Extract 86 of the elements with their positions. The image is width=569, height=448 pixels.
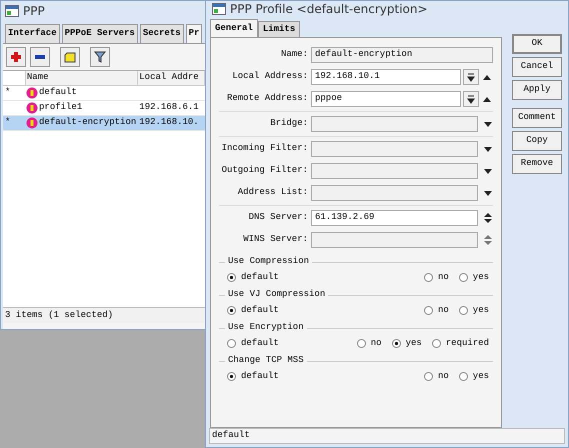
up-triangle-icon	[482, 73, 492, 81]
radio-option[interactable]: default	[227, 304, 279, 318]
radio-option[interactable]: no	[424, 270, 449, 284]
window-title: PPP	[23, 3, 45, 20]
group-title: Use VJ Compression	[228, 288, 326, 302]
tab[interactable]: Pr	[186, 24, 202, 43]
radio-option[interactable]: yes	[458, 304, 489, 318]
radio-option[interactable]: default	[227, 370, 279, 384]
radio-option[interactable]: no	[356, 336, 382, 350]
filter-icon	[93, 50, 107, 64]
tab[interactable]: Interface	[5, 24, 60, 43]
radio-option[interactable]: yes	[458, 370, 489, 384]
column-header[interactable]: Local Addre	[138, 71, 205, 85]
window-icon	[5, 5, 19, 17]
radio-option[interactable]: required	[432, 336, 489, 350]
radio-option[interactable]: yes	[458, 270, 489, 284]
column-header[interactable]: Name	[26, 71, 138, 85]
status-text: 3 items (1 selected)	[5, 308, 114, 322]
radio-option[interactable]: no	[424, 304, 449, 318]
input-field[interactable]	[311, 141, 478, 157]
table-cell-text: profile1	[39, 101, 82, 114]
add-button[interactable]	[6, 47, 26, 67]
field-label: Bridge:	[269, 117, 309, 130]
dialog-button[interactable]: Apply	[512, 80, 562, 100]
group-title: Use Encryption	[228, 321, 304, 334]
remove-button[interactable]	[30, 47, 50, 67]
field-label: Name:	[280, 48, 309, 62]
input-field[interactable]	[311, 185, 478, 201]
table-cell-text: default	[39, 86, 77, 100]
input-field[interactable]: 61.139.2.69	[311, 210, 478, 226]
dialog-button[interactable]: OK	[512, 34, 562, 54]
folder-icon	[63, 50, 77, 64]
field-label: Remote Address:	[226, 92, 309, 106]
down-triangle-icon	[483, 167, 493, 175]
dialog-button[interactable]: Comment	[512, 108, 562, 128]
filter-button[interactable]	[90, 47, 110, 67]
input-field[interactable]	[311, 232, 478, 248]
group-title: Change TCP MSS	[228, 354, 304, 368]
table-cell: 192.168.10.	[139, 117, 199, 128]
profile-icon	[26, 102, 38, 114]
down-triangle-icon	[483, 120, 493, 128]
tab[interactable]: PPPoE Servers	[62, 24, 138, 43]
up-triangle-icon	[482, 95, 492, 103]
radio-option[interactable]: default	[227, 336, 279, 350]
input-field[interactable]: pppoe	[311, 91, 461, 107]
table-cell: *	[5, 117, 10, 128]
field-label: Incoming Filter:	[220, 142, 309, 156]
input-field[interactable]	[311, 163, 478, 179]
input-field[interactable]: default-encryption	[311, 47, 493, 63]
input-field[interactable]: 192.168.10.1	[311, 69, 461, 85]
down-triangle-icon	[483, 145, 493, 153]
table-row[interactable]: * default-encryption 192.168.10.	[3, 116, 205, 131]
group-title: Use Compression	[228, 255, 310, 268]
field-label: Address List:	[236, 186, 309, 200]
plus-icon	[9, 50, 23, 64]
dialog-button[interactable]: Remove	[512, 154, 562, 174]
down-triangle-icon	[483, 189, 493, 197]
input-field[interactable]	[311, 116, 478, 132]
dialog-button[interactable]: Copy	[512, 131, 562, 151]
table-cell-text: default-encryption	[39, 116, 136, 130]
radio-option[interactable]: default	[227, 270, 279, 284]
field-label: WINS Server:	[242, 233, 309, 246]
up-down-arrows-icon	[483, 212, 493, 224]
folder-button[interactable]	[60, 47, 80, 67]
dropdown-button[interactable]	[463, 69, 479, 85]
window-icon	[212, 2, 226, 14]
radio-option[interactable]: yes	[392, 336, 422, 350]
table-cell: *	[5, 87, 10, 98]
tab[interactable]: Secrets	[140, 24, 184, 43]
status-text: default	[212, 429, 250, 442]
profile-icon	[26, 87, 38, 99]
field-label: Outgoing Filter:	[220, 164, 309, 178]
table-cell: 192.168.6.1	[139, 102, 199, 112]
field-label: Local Address:	[231, 70, 309, 84]
up-down-arrows-icon	[483, 234, 493, 246]
dialog-button[interactable]: Cancel	[512, 57, 562, 77]
table-row[interactable]: * default	[3, 86, 205, 101]
field-label: DNS Server:	[248, 211, 309, 224]
dropdown-button[interactable]	[463, 91, 479, 107]
radio-option[interactable]: no	[424, 370, 449, 384]
dropdown-arrow-icon	[467, 94, 475, 104]
tab[interactable]: General	[210, 19, 258, 37]
window-title: PPP Profile <default-encryption>	[230, 0, 428, 18]
tab[interactable]: Limits	[258, 21, 300, 37]
profile-icon	[26, 117, 38, 129]
dropdown-arrow-icon	[467, 72, 475, 82]
